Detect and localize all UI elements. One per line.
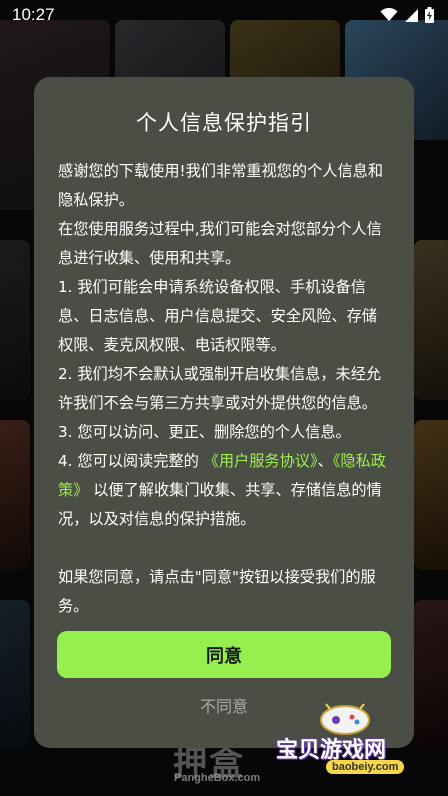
item-read-docs-prefix: 4. 您可以阅读完整的: [58, 452, 199, 470]
user-agreement-link[interactable]: 《用户服务协议》: [204, 452, 318, 470]
item-permissions: 1. 我们可能会申请系统设备权限、手机设备信息、日志信息、用户信息提交、安全风险…: [58, 278, 377, 354]
intro-text: 感谢您的下载使用!我们非常重视您的个人信息和隐私保护。: [58, 162, 384, 209]
dialog-title: 个人信息保护指引: [136, 111, 312, 135]
status-bar: 10:27: [0, 0, 448, 30]
dialog-body: 感谢您的下载使用!我们非常重视您的个人信息和隐私保护。 在您使用服务过程中,我们…: [58, 157, 390, 621]
agree-button[interactable]: 同意: [57, 631, 391, 678]
status-icons: [380, 7, 434, 23]
consent-note: 如果您同意，请点击"同意"按钮以接受我们的服务。: [58, 568, 376, 615]
wifi-icon: [380, 8, 398, 21]
item-no-sharing: 2. 我们均不会默认或强制开启收集信息，未经允许我们不会与第三方共享或对外提供您…: [58, 365, 382, 412]
site-watermark-url: baobeiy.com: [326, 760, 405, 774]
item-read-docs-suffix: 以便了解收集门收集、共享、存储信息的情况，以及对信息的保护措施。: [58, 481, 382, 528]
status-time: 10:27: [12, 5, 55, 24]
battery-charging-icon: [425, 7, 434, 23]
para-usage: 在您使用服务过程中,我们可能会对您部分个人信息进行收集、使用和共享。: [58, 220, 382, 267]
brand-watermark-url: PangheBox.com: [174, 772, 261, 784]
link-separator: 、: [317, 452, 333, 470]
item-access-rights: 3. 您可以访问、更正、删除您的个人信息。: [58, 423, 351, 441]
gamepad-logo-icon: [320, 703, 370, 735]
privacy-dialog: 个人信息保护指引 感谢您的下载使用!我们非常重视您的个人信息和隐私保护。 在您使…: [34, 77, 414, 748]
item-read-docs: 4. 您可以阅读完整的 《用户服务协议》、《隐私政策》 以便了解收集门收集、共享…: [58, 447, 390, 534]
signal-icon: [405, 8, 418, 22]
